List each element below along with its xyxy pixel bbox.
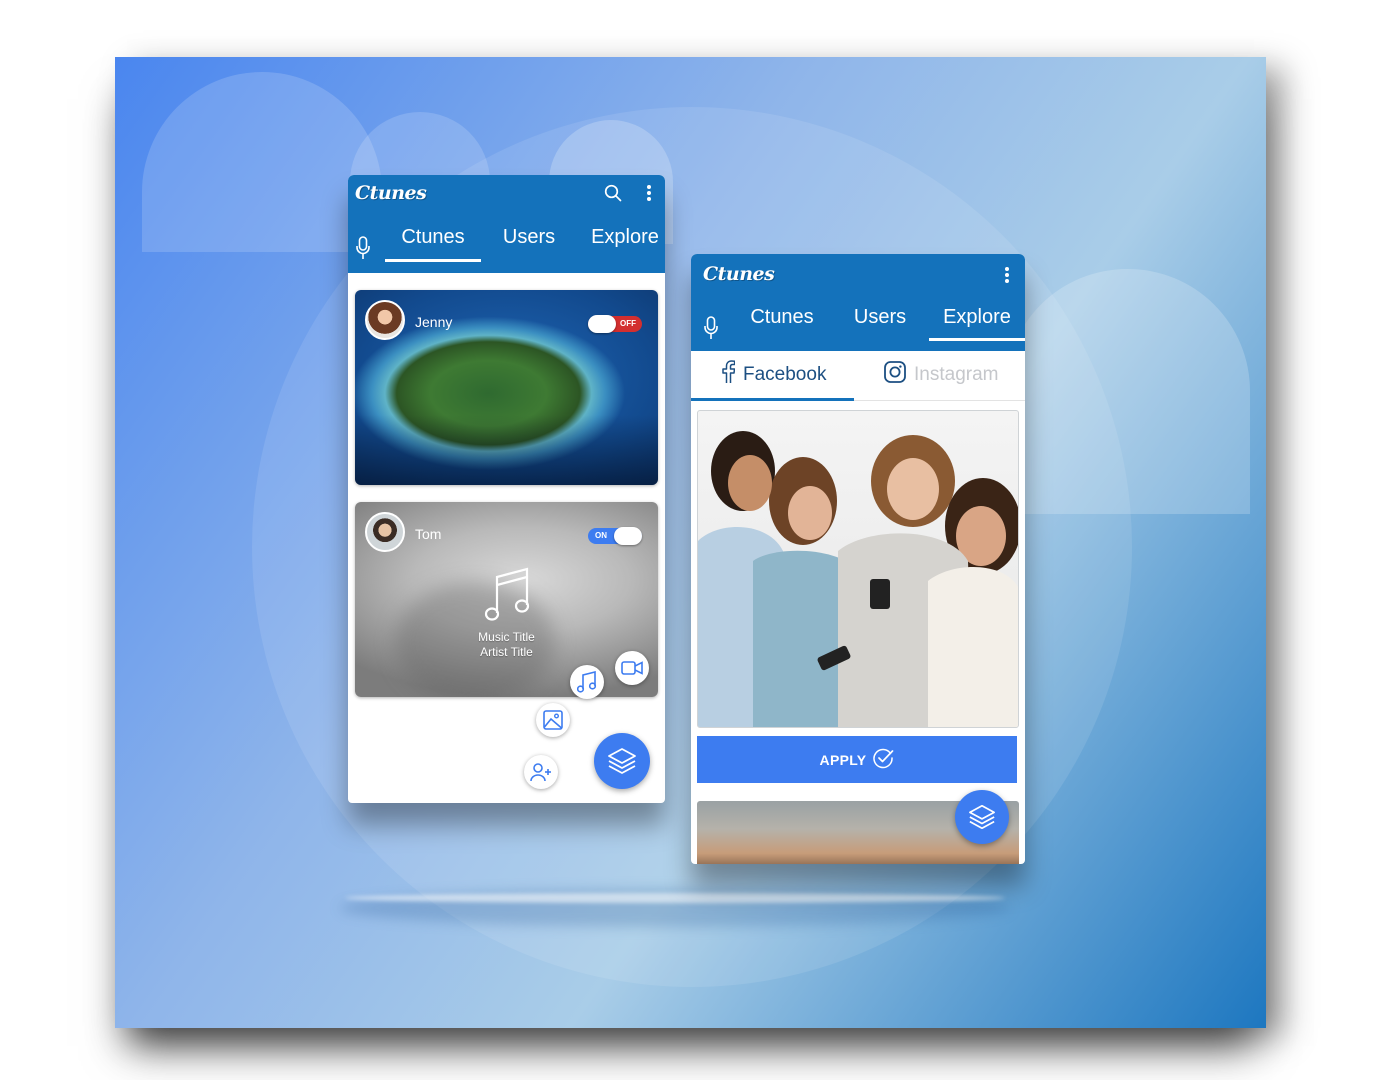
toggle-knob	[588, 315, 616, 333]
tab-users[interactable]: Users	[841, 306, 919, 329]
tab-explore[interactable]: Explore	[929, 306, 1025, 341]
image-button[interactable]	[536, 703, 570, 737]
subtab-label: Instagram	[914, 364, 999, 385]
add-user-button[interactable]	[524, 755, 558, 789]
avatar[interactable]	[365, 512, 405, 552]
more-vert-icon[interactable]	[1004, 266, 1010, 289]
tab-explore[interactable]: Explore	[583, 226, 665, 249]
toggle-knob	[614, 527, 642, 545]
subtab-instagram[interactable]: Instagram	[884, 351, 998, 399]
app-bar: Ctunes Ctunes Users Explore	[691, 254, 1025, 351]
layers-fab[interactable]	[594, 733, 650, 789]
avatar[interactable]	[365, 300, 405, 340]
music-note-button[interactable]	[570, 665, 604, 699]
app-logo: Ctunes	[355, 182, 427, 204]
video-button[interactable]	[615, 651, 649, 685]
apply-button[interactable]: APPLY	[697, 736, 1017, 783]
more-vert-icon[interactable]	[646, 184, 652, 207]
social-subtabs: Facebook Instagram	[691, 351, 1025, 401]
feed-card-music[interactable]: Tom ON Music Title Artist Title	[355, 502, 658, 697]
mic-icon[interactable]	[704, 316, 718, 340]
user-name: Jenny	[415, 314, 453, 330]
search-icon[interactable]	[604, 184, 622, 207]
background-cloud	[142, 72, 382, 252]
app-logo: Ctunes	[703, 263, 775, 285]
subtab-facebook[interactable]: Facebook	[691, 351, 856, 401]
share-toggle[interactable]: ON	[588, 527, 642, 545]
friends-photo-illustration	[698, 431, 1018, 727]
facebook-icon	[721, 360, 743, 390]
background-cloud	[1005, 269, 1250, 514]
layers-fab[interactable]	[955, 790, 1009, 844]
music-note-icon	[483, 565, 531, 630]
share-toggle[interactable]: OFF	[588, 315, 642, 333]
feed-card-island[interactable]: Jenny OFF	[355, 290, 658, 485]
check-circle-icon	[866, 747, 894, 772]
music-title: Music Title	[478, 630, 535, 644]
tab-ctunes[interactable]: Ctunes	[739, 306, 825, 329]
artist-title: Artist Title	[480, 645, 533, 659]
mic-icon[interactable]	[356, 236, 370, 260]
phone-ctunes-feed: Ctunes Ctunes Users Explore Jenny OFF To…	[348, 175, 665, 803]
instagram-icon	[884, 361, 914, 389]
floor-highlight	[345, 893, 1005, 903]
toggle-label: OFF	[620, 319, 636, 328]
tab-ctunes[interactable]: Ctunes	[385, 226, 481, 262]
user-name: Tom	[415, 526, 442, 542]
apply-label: APPLY	[819, 751, 867, 768]
subtab-label: Facebook	[743, 364, 827, 385]
friends-photo[interactable]	[697, 410, 1019, 728]
toggle-label: ON	[595, 531, 607, 540]
phone-explore: Ctunes Ctunes Users Explore Facebook Ins…	[691, 254, 1025, 864]
app-bar: Ctunes Ctunes Users Explore	[348, 175, 665, 273]
tab-users[interactable]: Users	[488, 226, 570, 249]
